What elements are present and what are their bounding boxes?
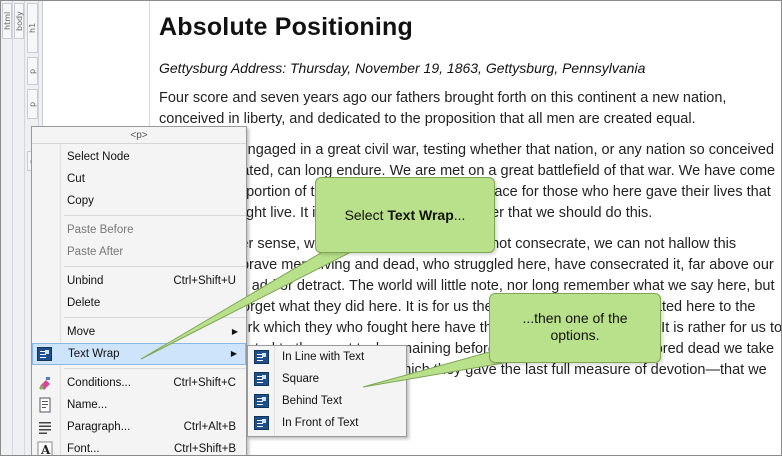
- paragraph-icon: [39, 422, 51, 434]
- callout-text: ...: [453, 207, 466, 223]
- in-front-wrap-icon: [254, 416, 269, 430]
- conditions-icon: [39, 377, 50, 390]
- context-menu: <p> Select Node Cut Copy Paste Before Pa…: [31, 126, 247, 456]
- menu-separator: [64, 368, 246, 369]
- submenu-item-label: Square: [282, 373, 320, 385]
- callout-text: Select: [344, 207, 388, 223]
- menu-item-label: Conditions...: [67, 377, 131, 389]
- menu-item-shortcut: Ctrl+Shift+B: [174, 443, 236, 455]
- callout-text: ...then one of the options.: [522, 310, 628, 343]
- menu-item-cut[interactable]: Cut: [32, 168, 246, 190]
- structure-tag-html[interactable]: html: [2, 3, 12, 39]
- submenu-item-square[interactable]: Square: [248, 369, 406, 390]
- callout-bold-text: Text Wrap: [387, 207, 454, 223]
- menu-item-paste-before: Paste Before: [32, 219, 246, 241]
- menu-item-move[interactable]: Move ▶: [32, 321, 246, 343]
- behind-text-wrap-icon: [254, 394, 269, 408]
- menu-item-label: Copy: [67, 195, 94, 207]
- menu-separator: [64, 215, 246, 216]
- menu-item-label: Paste Before: [67, 224, 134, 236]
- submenu-item-label: In Front of Text: [282, 417, 359, 429]
- svg-text:A: A: [40, 443, 51, 456]
- document-subtitle: Gettysburg Address: Thursday, November 1…: [159, 60, 646, 76]
- menu-item-label: Font...: [67, 443, 100, 455]
- menu-item-copy[interactable]: Copy: [32, 190, 246, 212]
- menu-item-label: Select Node: [67, 151, 130, 163]
- menu-item-font[interactable]: A Font... Ctrl+Shift+B: [32, 438, 246, 456]
- menu-item-name[interactable]: Name...: [32, 394, 246, 416]
- menu-item-label: Unbind: [67, 275, 104, 287]
- menu-item-paste-after: Paste After: [32, 241, 246, 263]
- submenu-item-in-line-with-text[interactable]: In Line with Text: [248, 347, 406, 368]
- callout-select-text-wrap: Select Text Wrap...: [315, 177, 495, 253]
- menu-separator: [64, 266, 246, 267]
- submenu-item-in-front-of-text[interactable]: In Front of Text: [248, 413, 406, 434]
- in-line-wrap-icon: [254, 350, 269, 364]
- menu-item-shortcut: Ctrl+Alt+B: [183, 421, 236, 433]
- structure-tag-body[interactable]: body: [14, 3, 24, 39]
- menu-item-paragraph[interactable]: Paragraph... Ctrl+Alt+B: [32, 416, 246, 438]
- menu-item-label: Text Wrap: [68, 348, 120, 360]
- menu-item-label: Name...: [67, 399, 108, 411]
- text-wrap-submenu: In Line with Text Square Behind Text In …: [247, 345, 407, 437]
- name-icon: [39, 397, 51, 413]
- structure-tag-p[interactable]: p: [27, 57, 38, 85]
- submenu-arrow-icon: ▶: [230, 349, 237, 358]
- menu-item-conditions[interactable]: Conditions... Ctrl+Shift+C: [32, 372, 246, 394]
- page-title: Absolute Positioning: [159, 13, 413, 41]
- structure-column-body: [13, 1, 25, 455]
- paragraph: Four score and seven years ago our fathe…: [159, 90, 727, 127]
- menu-item-text-wrap[interactable]: Text Wrap ▶: [32, 343, 246, 365]
- menu-item-select-node[interactable]: Select Node: [32, 146, 246, 168]
- submenu-arrow-icon: ▶: [231, 327, 238, 336]
- text-wrap-icon: [37, 347, 52, 361]
- context-menu-header: <p>: [32, 127, 246, 144]
- menu-item-label: Paragraph...: [67, 421, 131, 433]
- menu-item-label: Delete: [67, 297, 101, 309]
- callout-choose-option: ...then one of the options.: [489, 293, 661, 363]
- menu-item-label: Paste After: [67, 246, 124, 258]
- square-wrap-icon: [254, 372, 269, 386]
- submenu-item-label: In Line with Text: [282, 351, 365, 363]
- menu-item-delete[interactable]: Delete: [32, 292, 246, 314]
- submenu-item-behind-text[interactable]: Behind Text: [248, 391, 406, 412]
- structure-tag-h1[interactable]: h1: [27, 3, 38, 53]
- font-icon: A: [37, 441, 53, 456]
- menu-separator: [64, 317, 246, 318]
- structure-tag-p[interactable]: p: [27, 89, 38, 119]
- menu-item-shortcut: Ctrl+Shift+U: [173, 275, 236, 287]
- menu-item-shortcut: Ctrl+Shift+C: [173, 377, 236, 389]
- structure-column-html: [1, 1, 13, 455]
- menu-item-label: Move: [67, 326, 96, 338]
- menu-item-label: Cut: [67, 173, 85, 185]
- submenu-item-label: Behind Text: [282, 395, 342, 407]
- menu-item-unbind[interactable]: Unbind Ctrl+Shift+U: [32, 270, 246, 292]
- editor-window: html body h1 p p p Absolute Positioning …: [0, 0, 782, 456]
